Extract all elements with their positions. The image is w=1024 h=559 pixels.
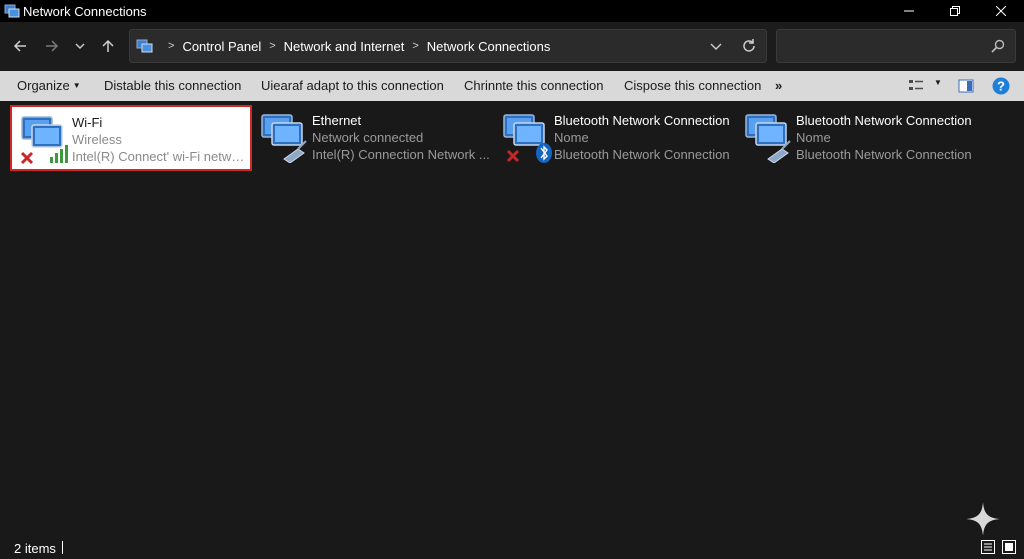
minimize-button[interactable]: [886, 0, 932, 22]
breadcrumb-network-and-internet[interactable]: Network and Internet: [284, 39, 405, 54]
chevron-right-icon: >: [412, 40, 419, 52]
item-count: 2 items: [14, 541, 56, 556]
disable-connection-button[interactable]: Distable this connection: [104, 78, 241, 93]
address-dropdown-icon[interactable]: [708, 38, 724, 54]
bluetooth-adapter-icon: [745, 114, 791, 163]
sparkle-icon: [966, 502, 1000, 536]
details-view-icon[interactable]: [981, 540, 995, 554]
breadcrumb-control-panel[interactable]: Control Panel: [182, 39, 261, 54]
window-title: Network Connections: [23, 3, 147, 19]
recent-locations-button[interactable]: [70, 36, 90, 56]
address-bar[interactable]: > Control Panel > Network and Internet >…: [129, 29, 767, 63]
connection-status: Network connected: [312, 130, 424, 145]
connection-status: Wireless: [72, 132, 122, 147]
more-commands-button[interactable]: »: [775, 78, 782, 93]
forward-button[interactable]: [42, 36, 62, 56]
connection-name: Wi-Fi: [72, 115, 103, 130]
organize-button[interactable]: Organize ▼: [17, 78, 81, 93]
minimize-icon: [904, 10, 914, 12]
connection-device: Bluetooth Network Connection: [796, 147, 972, 162]
connection-item-bluetooth-2[interactable]: Bluetooth Network Connection Nome Blueto…: [736, 105, 978, 171]
change-view-icon[interactable]: [908, 79, 924, 93]
caret-down-icon: ▼: [72, 81, 81, 90]
control-panel-icon: [136, 39, 153, 53]
connection-name: Ethernet: [312, 113, 362, 128]
wifi-adapter-icon: [20, 116, 68, 165]
connection-status: Nome: [796, 130, 831, 145]
connection-item-bluetooth-1[interactable]: Bluetooth Network Connection Nome Blueto…: [494, 105, 736, 171]
search-box[interactable]: [776, 29, 1016, 63]
tiles-view-icon[interactable]: [1002, 540, 1016, 554]
connection-device: Intel(R) Connection Network ...: [312, 147, 490, 162]
back-arrow-icon: [13, 40, 26, 52]
rename-connection-button[interactable]: Chrinnte this connection: [464, 78, 603, 93]
status-bar: 2 items: [0, 535, 1024, 559]
up-arrow-icon: [102, 39, 114, 52]
connection-device: Bluetooth Network Connection: [554, 147, 730, 162]
svg-text:?: ?: [997, 79, 1005, 94]
connection-status: Nome: [554, 130, 589, 145]
refresh-icon[interactable]: [740, 37, 758, 55]
connection-item-ethernet[interactable]: Ethernet Network connected Intel(R) Conn…: [252, 105, 494, 171]
chevron-down-icon: [75, 43, 85, 49]
preview-pane-icon[interactable]: [958, 79, 974, 93]
forward-arrow-icon: [46, 40, 59, 52]
restore-icon: [950, 6, 960, 16]
view-options-caret-icon[interactable]: ▼: [934, 78, 942, 87]
connections-list: Wi-Fi Wireless Intel(R) Connect' wi-Fi n…: [0, 101, 1024, 533]
chevron-right-icon: >: [269, 40, 276, 52]
ethernet-adapter-icon: [261, 114, 307, 163]
chevron-right-icon: >: [168, 40, 175, 52]
up-button[interactable]: [98, 36, 118, 56]
diagnose-connection-button[interactable]: Uiearaf adapt to this connection: [261, 78, 444, 93]
view-status-button[interactable]: Cispose this connection: [624, 78, 761, 93]
status-divider: [62, 541, 63, 554]
connection-item-wifi[interactable]: Wi-Fi Wireless Intel(R) Connect' wi-Fi n…: [10, 105, 252, 171]
bluetooth-adapter-icon: [503, 114, 552, 163]
close-button[interactable]: [978, 0, 1024, 22]
connection-device: Intel(R) Connect' wi-Fi networ...: [72, 149, 250, 164]
search-icon: [991, 39, 1005, 53]
connection-name: Bluetooth Network Connection: [554, 113, 730, 128]
organize-label: Organize: [17, 78, 70, 93]
network-connections-icon: [4, 4, 20, 18]
maximize-button[interactable]: [932, 0, 978, 22]
breadcrumb-network-connections[interactable]: Network Connections: [427, 39, 551, 54]
help-icon[interactable]: ?: [992, 77, 1010, 95]
title-bar: Network Connections: [0, 0, 1024, 22]
command-bar: Organize ▼ Distable this connection Uiear…: [0, 71, 1024, 101]
connection-name: Bluetooth Network Connection: [796, 113, 972, 128]
back-button[interactable]: [10, 36, 30, 56]
close-icon: [996, 6, 1006, 16]
